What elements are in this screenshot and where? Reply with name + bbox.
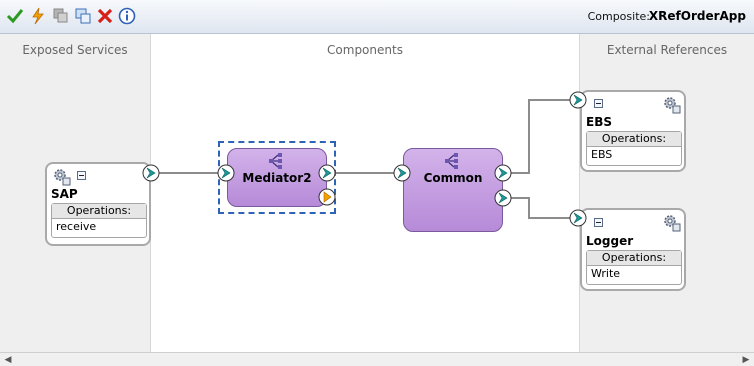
operations-header: Operations:	[52, 204, 146, 219]
mediator-icon	[268, 152, 286, 170]
reference-name: EBS	[586, 115, 612, 129]
reference-ebs[interactable]: EBS Operations: EBS	[580, 90, 686, 172]
gear-icon	[662, 95, 682, 115]
operation-item[interactable]: EBS	[587, 147, 681, 163]
reference-name: Logger	[586, 234, 634, 248]
collapse-icon[interactable]	[594, 218, 603, 227]
collapse-icon[interactable]	[594, 99, 603, 108]
wire-common-logger[interactable]	[510, 197, 571, 219]
stack-button[interactable]	[52, 7, 70, 25]
mediator-icon	[444, 152, 462, 170]
info-button[interactable]	[118, 7, 136, 25]
composite-label: Composite:	[587, 10, 650, 23]
validate-button[interactable]	[6, 7, 24, 25]
collapse-icon[interactable]	[77, 171, 86, 180]
service-sap[interactable]: SAP Operations: receive	[45, 162, 151, 246]
component-name: Common	[423, 171, 483, 185]
common-out-port-logger-icon[interactable]	[494, 189, 512, 207]
mediator2-event-port-icon[interactable]	[318, 188, 336, 206]
operations-header: Operations:	[587, 251, 681, 266]
lightning-icon	[32, 7, 44, 25]
operations-header: Operations:	[587, 132, 681, 147]
scroll-left-icon[interactable]: ◀	[2, 354, 14, 366]
composite-name: XRefOrderApp	[648, 9, 746, 23]
horizontal-scrollbar[interactable]: ◀ ▶	[0, 352, 754, 366]
component-common[interactable]: Common	[403, 148, 503, 232]
stack-icon	[53, 8, 68, 23]
toolbar: Composite: XRefOrderApp	[0, 0, 754, 34]
operations-box: Operations: Write	[586, 250, 682, 285]
ebs-in-port-icon[interactable]	[569, 91, 587, 109]
layout-button[interactable]	[74, 7, 92, 25]
common-in-port-icon[interactable]	[393, 164, 411, 182]
composite-canvas[interactable]: Exposed Services Components External Ref…	[0, 34, 754, 352]
common-out-port-ebs-icon[interactable]	[494, 164, 512, 182]
reference-logger[interactable]: Logger Operations: Write	[580, 208, 686, 291]
component-name: Mediator2	[242, 171, 312, 185]
component-mediator2[interactable]: Mediator2	[227, 148, 327, 207]
checkmark-icon	[6, 9, 24, 24]
delete-button[interactable]	[96, 7, 114, 25]
operations-box: Operations: receive	[51, 203, 147, 238]
operation-item[interactable]: receive	[52, 219, 146, 235]
mediator2-out-port-icon[interactable]	[318, 164, 336, 182]
gear-icon	[662, 213, 682, 233]
logger-in-port-icon[interactable]	[569, 209, 587, 227]
layout-icon	[75, 8, 91, 24]
lightning-button[interactable]	[29, 7, 47, 25]
wire-common-ebs[interactable]	[510, 99, 571, 174]
gear-icon	[52, 167, 72, 187]
service-name: SAP	[51, 187, 78, 201]
operations-box: Operations: EBS	[586, 131, 682, 166]
scroll-right-icon[interactable]: ▶	[740, 354, 752, 366]
red-x-icon	[97, 8, 113, 24]
info-icon	[118, 7, 136, 25]
service-out-port-icon[interactable]	[142, 164, 160, 182]
mediator2-in-port-icon[interactable]	[217, 164, 235, 182]
operation-item[interactable]: Write	[587, 266, 681, 282]
